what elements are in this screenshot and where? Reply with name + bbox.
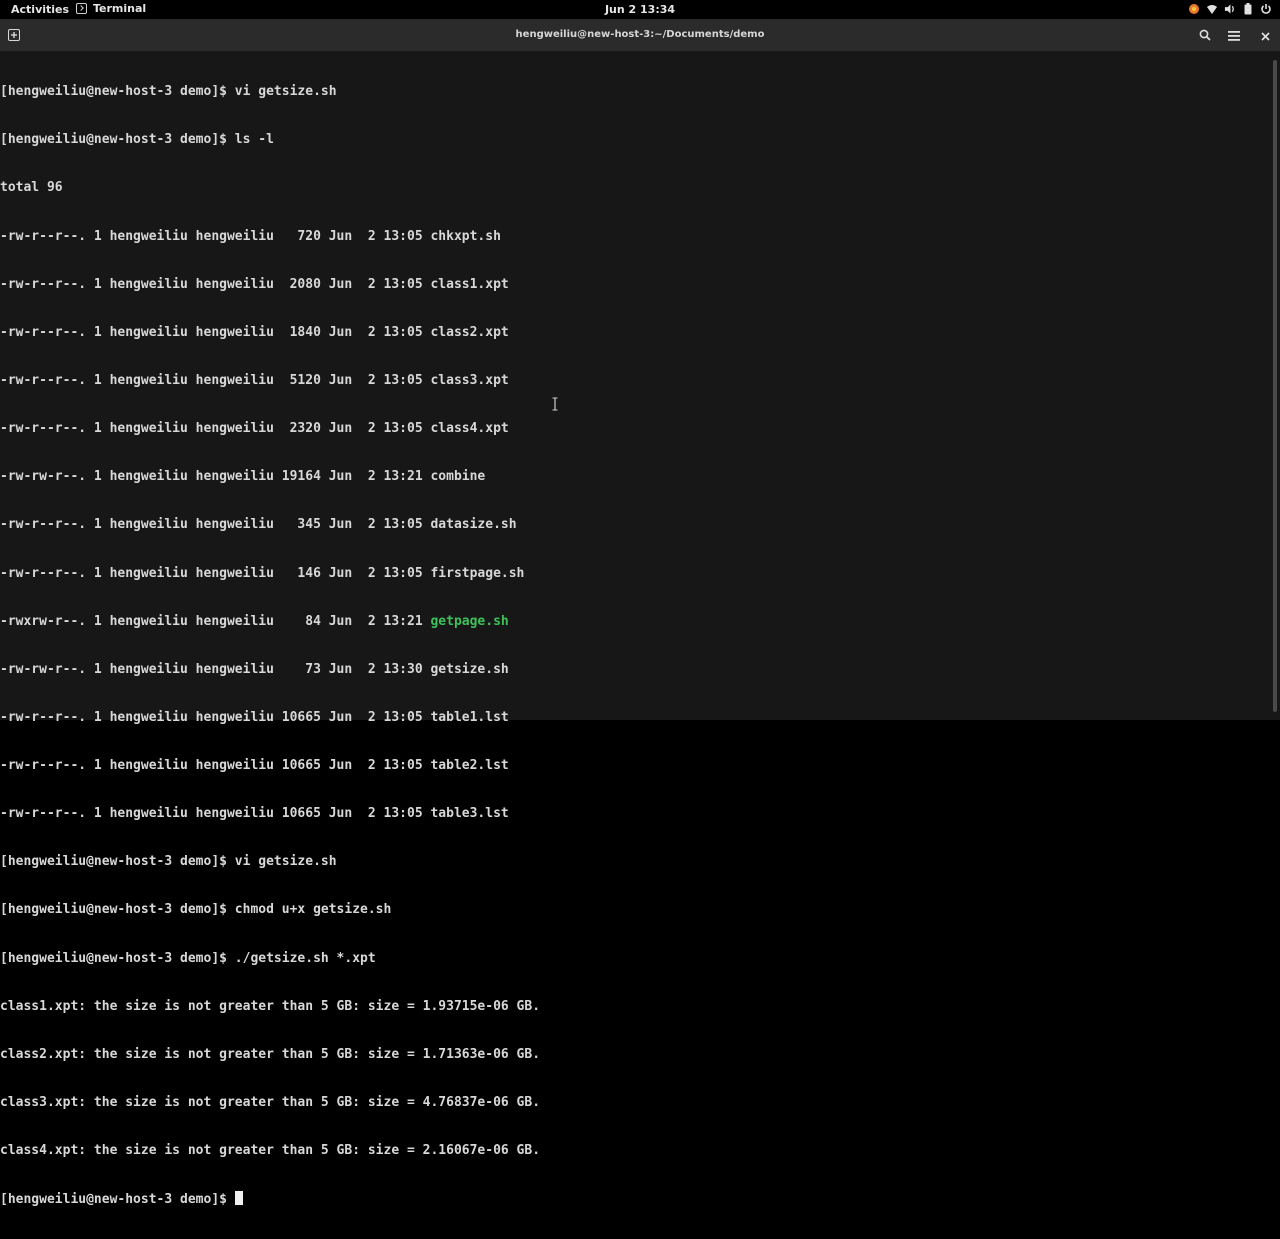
volume-icon[interactable] bbox=[1224, 2, 1236, 15]
clock-container: Jun 2 13:34 bbox=[0, 3, 1280, 16]
search-icon bbox=[1199, 26, 1211, 45]
terminal-line: -rw-r--r--. 1 hengweiliu hengweiliu 2320… bbox=[0, 421, 509, 437]
close-icon bbox=[1260, 26, 1270, 45]
prompt-line[interactable]: [hengweiliu@new-host-3 demo]$ bbox=[0, 1191, 1270, 1207]
terminal-output[interactable]: [hengweiliu@new-host-3 demo]$ vi getsize… bbox=[0, 52, 1270, 1207]
power-icon[interactable] bbox=[1260, 2, 1272, 15]
app-menu-label: Terminal bbox=[93, 2, 147, 15]
terminal-line: -rw-r--r--. 1 hengweiliu hengweiliu 2080… bbox=[0, 276, 509, 292]
terminal-line: class2.xpt: the size is not greater than… bbox=[0, 1046, 541, 1062]
terminal-line: [hengweiliu@new-host-3 demo]$ vi getsize… bbox=[0, 854, 337, 870]
terminal-line: [hengweiliu@new-host-3 demo]$ ./getsize.… bbox=[0, 950, 376, 966]
search-button[interactable] bbox=[1196, 27, 1214, 43]
terminal-line: -rw-r--r--. 1 hengweiliu hengweiliu 1066… bbox=[0, 709, 509, 725]
terminal-line: -rw-r--r--. 1 hengweiliu hengweiliu 1066… bbox=[0, 758, 509, 774]
terminal-line: -rw-r--r--. 1 hengweiliu hengweiliu 1066… bbox=[0, 806, 509, 822]
close-button[interactable] bbox=[1256, 27, 1274, 43]
terminal-line: class3.xpt: the size is not greater than… bbox=[0, 1095, 541, 1111]
app-menu-terminal[interactable]: Terminal bbox=[76, 2, 146, 15]
terminal-line: [hengweiliu@new-host-3 demo]$ chmod u+x … bbox=[0, 902, 392, 918]
new-tab-icon bbox=[8, 26, 20, 45]
terminal-line: -rw-r--r--. 1 hengweiliu hengweiliu 345 … bbox=[0, 517, 517, 533]
terminal-window: hengweiliu@new-host-3:~/Documents/demo [… bbox=[0, 19, 1280, 1207]
terminal-line: -rw-r--r--. 1 hengweiliu hengweiliu 1840… bbox=[0, 324, 509, 340]
clock[interactable]: Jun 2 13:34 bbox=[605, 3, 675, 16]
wifi-icon[interactable] bbox=[1206, 2, 1218, 15]
window-title: hengweiliu@new-host-3:~/Documents/demo bbox=[515, 29, 765, 40]
executable-filename: getpage.sh bbox=[430, 613, 509, 629]
scrollbar-thumb[interactable] bbox=[1273, 60, 1277, 712]
terminal-line: -rw-rw-r--. 1 hengweiliu hengweiliu 1916… bbox=[0, 469, 486, 485]
top-bar: Activities Terminal Jun 2 13:34 bbox=[0, 0, 1280, 19]
firefox-update-icon[interactable] bbox=[1188, 2, 1200, 15]
text-cursor bbox=[234, 1191, 243, 1206]
terminal-line: -rw-r--r--. 1 hengweiliu hengweiliu 146 … bbox=[0, 565, 525, 581]
system-tray[interactable] bbox=[1188, 2, 1272, 15]
new-tab-button[interactable] bbox=[6, 27, 22, 43]
ibeam-cursor-icon bbox=[552, 396, 558, 411]
terminal-line: class4.xpt: the size is not greater than… bbox=[0, 1143, 541, 1159]
header-bar: hengweiliu@new-host-3:~/Documents/demo bbox=[0, 19, 1280, 52]
menu-button[interactable] bbox=[1225, 27, 1243, 43]
terminal-icon bbox=[76, 3, 87, 14]
terminal-line: -rw-r--r--. 1 hengweiliu hengweiliu 720 … bbox=[0, 228, 501, 244]
activities-button[interactable]: Activities bbox=[11, 3, 69, 16]
hamburger-menu-icon bbox=[1228, 26, 1240, 45]
terminal-line: -rwxrw-r--. 1 hengweiliu hengweiliu 84 J… bbox=[0, 614, 1270, 630]
terminal-scrollbar[interactable] bbox=[1270, 52, 1280, 720]
terminal-line: -rw-rw-r--. 1 hengweiliu hengweiliu 73 J… bbox=[0, 661, 509, 677]
terminal-line: -rw-r--r--. 1 hengweiliu hengweiliu 5120… bbox=[0, 372, 509, 388]
battery-icon[interactable] bbox=[1242, 2, 1254, 15]
shell-prompt: [hengweiliu@new-host-3 demo]$ bbox=[0, 1192, 235, 1208]
terminal-line: [hengweiliu@new-host-3 demo]$ ls -l bbox=[0, 132, 274, 148]
listing-prefix: -rwxrw-r--. 1 hengweiliu hengweiliu 84 J… bbox=[0, 613, 431, 629]
terminal-line: total 96 bbox=[0, 180, 63, 196]
terminal-line: [hengweiliu@new-host-3 demo]$ vi getsize… bbox=[0, 84, 337, 100]
terminal-line: class1.xpt: the size is not greater than… bbox=[0, 998, 541, 1014]
